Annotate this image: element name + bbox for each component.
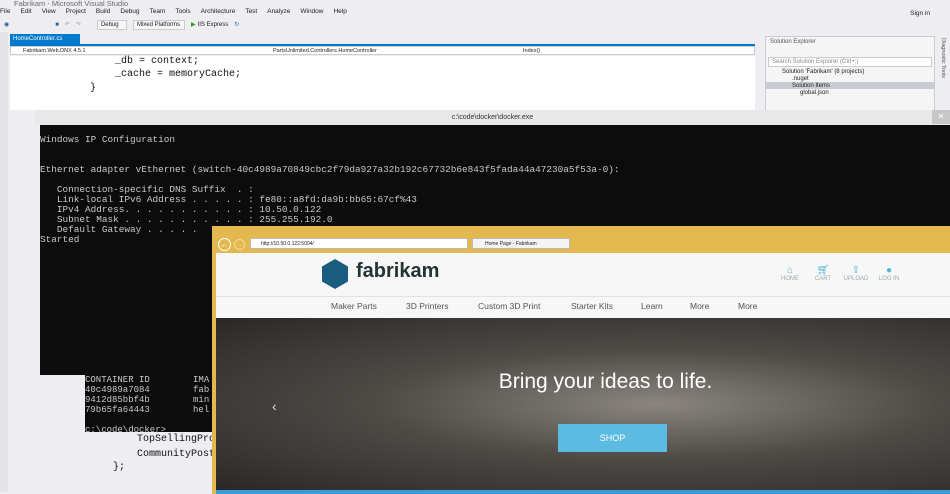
fabrikam-logo-icon[interactable]: [322, 259, 348, 289]
console-titlebar: c:\code\docker\docker.exe: [35, 110, 950, 125]
code-line: CommunityPost: [137, 449, 216, 460]
code-line: _db = context;: [115, 56, 200, 67]
cart-icon[interactable]: 🛒︎ CART: [813, 265, 833, 282]
home-icon[interactable]: ⌂ HOME: [780, 265, 800, 282]
menu-edit[interactable]: Edit: [20, 8, 31, 15]
sign-in-link[interactable]: Sign in: [910, 10, 930, 17]
forward-icon[interactable]: →: [234, 239, 245, 250]
carousel-prev-icon[interactable]: ‹: [272, 398, 277, 414]
menu-file[interactable]: File: [0, 8, 10, 15]
redo-icon[interactable]: ↷: [76, 21, 81, 28]
back-icon[interactable]: ◉: [4, 21, 9, 28]
tree-item-solution-items[interactable]: Solution Items: [766, 82, 934, 89]
tree-item-global-json[interactable]: global.json: [766, 89, 934, 96]
member-dropdown[interactable]: Index(): [523, 47, 540, 55]
menu-test[interactable]: Test: [245, 8, 257, 15]
diagnostic-tools-tab[interactable]: Diagnostic Tools: [940, 38, 946, 78]
nav-more-2[interactable]: More: [738, 301, 757, 311]
hero-banner: ‹ Bring your ideas to life. SHOP: [216, 318, 950, 490]
address-bar[interactable]: http://10.50.0.122:5004/: [250, 238, 468, 249]
tab-homecontroller[interactable]: HomeController.cs: [10, 34, 80, 44]
code-line: TopSellingPro: [137, 434, 216, 445]
logo-text[interactable]: fabrikam: [356, 260, 439, 283]
code-line: }: [90, 83, 97, 94]
play-icon[interactable]: ▶: [191, 21, 196, 28]
toolbox-strip[interactable]: [0, 32, 8, 492]
hero-text: Bring your ideas to life.: [498, 370, 713, 393]
nav-3d-printers[interactable]: 3D Printers: [406, 301, 449, 311]
console-output-2: CONTAINER ID IMA 40c4989a7084 fab 9412d85b…: [85, 375, 215, 435]
code-line: _cache = memoryCache;: [115, 69, 242, 80]
platform-dropdown[interactable]: Mixed Platforms: [132, 19, 185, 30]
web-page: fabrikam ⌂ HOME 🛒︎ CART ⇪ UPLOAD ● LOG IN Ma…: [216, 253, 950, 494]
nav-starter-kits[interactable]: Starter Kits: [571, 301, 613, 311]
solution-explorer: Solution Explorer Search Solution Explor…: [765, 36, 935, 112]
nav-more[interactable]: More: [690, 301, 709, 311]
solution-explorer-title: Solution Explorer: [770, 39, 816, 45]
nav-maker-parts[interactable]: Maker Parts: [331, 301, 377, 311]
tree-item-solution[interactable]: Solution 'Fabrikam' (8 projects): [766, 67, 934, 75]
code-line: };: [113, 462, 126, 473]
back-icon[interactable]: ←: [218, 238, 231, 251]
editor-navbar: Fabrikam.Web.DNX 4.5.1 PartsUnlimited.Co…: [10, 46, 755, 55]
menu-project[interactable]: Project: [66, 8, 86, 15]
window-title: Fabrikam - Microsoft Visual Studio: [14, 0, 129, 8]
menu-architecture[interactable]: Architecture: [201, 8, 236, 15]
refresh-icon[interactable]: ↻: [234, 21, 239, 28]
tree-item-nuget[interactable]: .nuget: [766, 75, 934, 82]
close-icon[interactable]: ✕: [932, 110, 950, 124]
menu-window[interactable]: Window: [300, 8, 323, 15]
user-icon[interactable]: ● LOG IN: [876, 265, 902, 282]
run-button[interactable]: IIS Express: [198, 22, 229, 28]
project-dropdown[interactable]: Fabrikam.Web.DNX 4.5.1: [23, 47, 86, 55]
save-icon[interactable]: ■: [55, 22, 59, 28]
config-dropdown[interactable]: Debug: [96, 19, 127, 30]
menu-analyze[interactable]: Analyze: [267, 8, 290, 15]
shop-button[interactable]: SHOP: [558, 424, 667, 452]
menu-team[interactable]: Team: [150, 8, 166, 15]
menu-debug[interactable]: Debug: [120, 8, 139, 15]
menu-build[interactable]: Build: [96, 8, 110, 15]
class-dropdown[interactable]: PartsUnlimited.Controllers.HomeControlle…: [273, 47, 377, 55]
menu-bar: File Edit View Project Build Debug Team Tools Ar…: [0, 8, 357, 15]
menu-tools[interactable]: Tools: [175, 8, 190, 15]
menu-view[interactable]: View: [42, 8, 56, 15]
browser-tab[interactable]: Home Page - Fabrikam: [472, 238, 570, 249]
nav-custom-3d-print[interactable]: Custom 3D Print: [478, 301, 540, 311]
browser-window: ← → http://10.50.0.122:5004/ Home Page -…: [212, 226, 950, 494]
menu-help[interactable]: Help: [333, 8, 346, 15]
undo-icon[interactable]: ↶: [65, 21, 70, 28]
solution-search-input[interactable]: Search Solution Explorer (Ctrl+;): [768, 57, 932, 67]
upload-icon[interactable]: ⇪ UPLOAD: [843, 265, 869, 282]
nav-learn[interactable]: Learn: [641, 301, 663, 311]
toolbar: ◉ ■ ↶ ↷ Debug Mixed Platforms ▶ IIS Expr…: [4, 19, 239, 30]
